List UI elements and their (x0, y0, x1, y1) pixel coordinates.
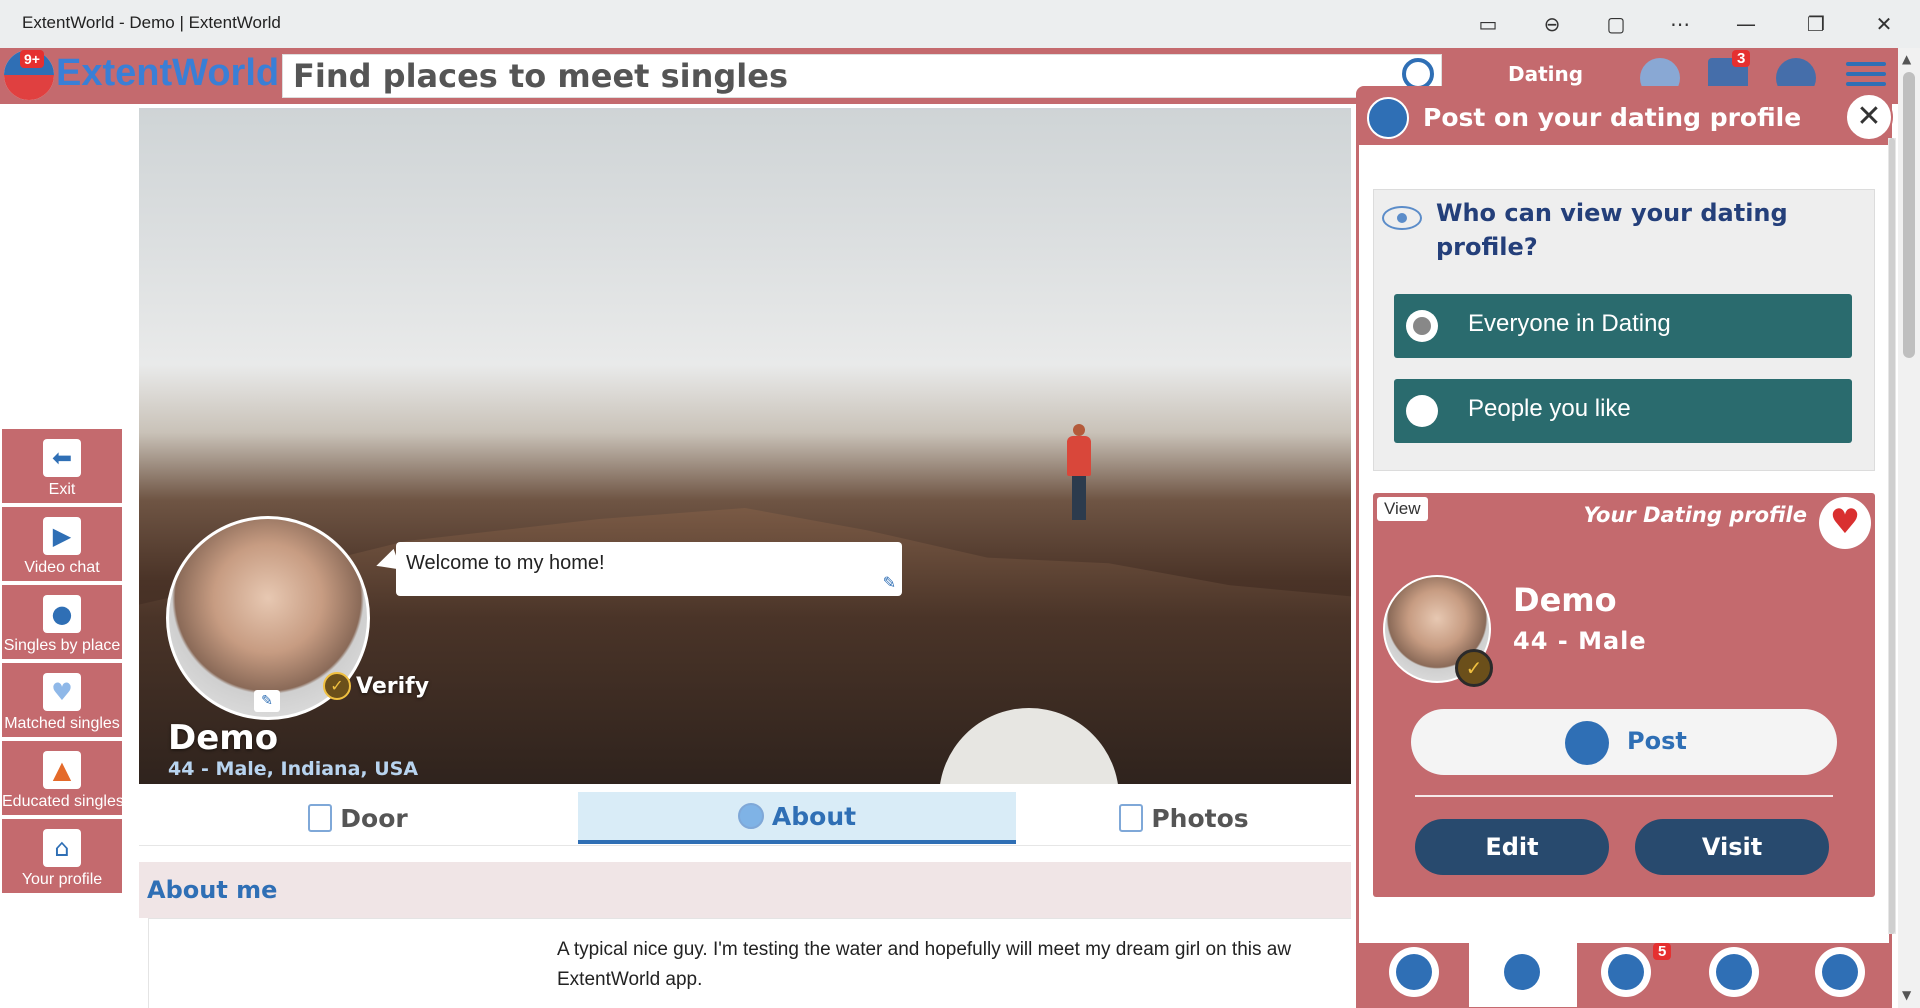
about-heading: About me (147, 876, 278, 904)
door-icon (308, 804, 333, 832)
verify-link[interactable]: Verify (356, 674, 429, 699)
eye-icon (1382, 206, 1422, 230)
cover-person (1067, 424, 1091, 524)
home-icon: ⌂ (43, 829, 81, 867)
left-sidebar: ⬅ Exit ▶ Video chat ● Singles by place ♥… (2, 429, 122, 897)
restore-icon[interactable]: ❐ (1798, 10, 1834, 38)
card-title: Your Dating profile (1583, 503, 1807, 527)
mail-count-badge: 3 (1732, 50, 1751, 67)
photos-icon (1119, 804, 1144, 832)
tab-photos[interactable]: Photos (1017, 792, 1351, 844)
video-icon[interactable]: ▭ (1470, 10, 1506, 38)
chat-count-badge: 5 (1653, 943, 1672, 960)
radio-everyone[interactable] (1406, 310, 1438, 342)
panel-title: Post on your dating profile (1423, 103, 1802, 132)
radio-people-you-like[interactable] (1406, 395, 1438, 427)
sidebar-item-label: Your profile (21, 871, 103, 888)
visit-button[interactable]: Visit (1635, 819, 1829, 875)
video-icon[interactable] (1709, 947, 1759, 997)
option-people-you-like[interactable]: People you like (1394, 379, 1852, 443)
about-heading-bar: About me (139, 862, 1351, 918)
browser-titlebar: ExtentWorld - Demo | ExtentWorld ▭ ⊖ ▢ ⋯… (0, 0, 1920, 48)
video-chat-icon: ▶ (43, 517, 81, 555)
heart-icon: ♥ (1819, 497, 1871, 549)
sidebar-item-singles-by-place[interactable]: ● Singles by place (2, 585, 122, 659)
search-bar[interactable] (282, 54, 1442, 98)
tab-about[interactable]: About (578, 792, 1016, 844)
logo-text[interactable]: ExtentWorld (56, 52, 279, 95)
verify-badge-icon[interactable]: ✓ (323, 672, 351, 700)
profile-name: Demo (168, 718, 279, 758)
card-name: Demo (1513, 581, 1617, 619)
welcome-bubble[interactable]: Welcome to my home! ✎ (396, 542, 902, 596)
chat-icon[interactable] (1601, 947, 1651, 997)
sidebar-item-label: Matched singles (4, 715, 120, 732)
bookmark-icon[interactable] (1815, 947, 1865, 997)
sidebar-item-label: Educated singles (2, 793, 122, 810)
about-body: A typical nice guy. I'm testing the wate… (148, 918, 1351, 1008)
sidebar-item-educated-singles[interactable]: ▲ Educated singles (2, 741, 122, 815)
post-panel: Post on your dating profile ✕ Who can vi… (1356, 86, 1893, 1008)
visibility-box: Who can view your dating profile? Everyo… (1373, 189, 1875, 471)
post-tab-icon[interactable] (1497, 947, 1547, 997)
welcome-text: Welcome to my home! (406, 552, 605, 574)
card-subtitle: 44 - Male (1513, 627, 1647, 655)
sidebar-item-video-chat[interactable]: ▶ Video chat (2, 507, 122, 581)
sidebar-item-label: Exit (48, 481, 76, 498)
panel-scrollbar[interactable] (1888, 138, 1896, 934)
arrow-left-icon: ⬅ (43, 439, 81, 477)
minimize-icon[interactable]: — (1728, 10, 1764, 38)
graduation-cap-icon: ▲ (43, 751, 81, 789)
hearts-icon: ♥ (43, 673, 81, 711)
close-icon[interactable]: ✕ (1866, 10, 1902, 38)
sidebar-item-label: Video chat (24, 559, 100, 576)
sidebar-item-your-profile[interactable]: ⌂ Your profile (2, 819, 122, 893)
compass-icon[interactable] (1389, 947, 1439, 997)
scroll-down-icon[interactable]: ▼ (1902, 988, 1911, 1002)
edit-avatar-icon[interactable]: ✎ (254, 690, 280, 712)
panel-bottom-bar: 5 (1359, 941, 1889, 1007)
megaphone-icon (1565, 721, 1609, 765)
option-label: Everyone in Dating (1468, 310, 1671, 337)
panel-header: Post on your dating profile (1359, 89, 1889, 145)
more-icon[interactable]: ⋯ (1662, 10, 1698, 38)
option-label: People you like (1468, 395, 1631, 422)
megaphone-icon (1367, 97, 1409, 139)
profile-tabs: Door About Photos (139, 784, 1351, 846)
nav-dating-label[interactable]: Dating (1508, 62, 1583, 86)
read-aloud-icon[interactable]: ▢ (1598, 10, 1634, 38)
sidebar-item-exit[interactable]: ⬅ Exit (2, 429, 122, 503)
close-panel-button[interactable]: ✕ (1845, 93, 1893, 141)
zoom-out-icon[interactable]: ⊖ (1534, 10, 1570, 38)
option-everyone[interactable]: Everyone in Dating (1394, 294, 1852, 358)
sidebar-item-matched-singles[interactable]: ♥ Matched singles (2, 663, 122, 737)
post-button[interactable]: Post (1411, 709, 1837, 775)
card-divider (1415, 795, 1833, 797)
sidebar-item-label: Singles by place (3, 637, 121, 654)
edit-button[interactable]: Edit (1415, 819, 1609, 875)
tab-door[interactable]: Door (139, 792, 577, 844)
dating-profile-card: View Your Dating profile ♥ ✓ Demo 44 - M… (1373, 493, 1875, 897)
page-scrollbar[interactable]: ▲ ▼ (1898, 48, 1920, 1008)
info-icon (737, 803, 764, 829)
visibility-question: Who can view your dating profile? (1436, 199, 1788, 261)
notification-count-badge: 9+ (20, 50, 44, 68)
view-button[interactable]: View (1377, 497, 1428, 521)
card-verify-icon: ✓ (1455, 649, 1493, 687)
scroll-up-icon[interactable]: ▲ (1902, 52, 1911, 66)
about-text: A typical nice guy. I'm testing the wate… (557, 939, 1292, 990)
scroll-thumb[interactable] (1903, 72, 1915, 358)
tab-label: About (771, 801, 857, 831)
tab-label: Photos (1151, 803, 1249, 833)
browser-title: ExtentWorld - Demo | ExtentWorld (22, 13, 281, 32)
profile-subtitle: 44 - Male, Indiana, USA (168, 758, 419, 780)
location-pin-icon: ● (43, 595, 81, 633)
post-label: Post (1627, 727, 1687, 755)
edit-welcome-icon[interactable]: ✎ (883, 573, 896, 592)
search-input[interactable] (283, 55, 1441, 97)
tab-label: Door (340, 803, 408, 833)
